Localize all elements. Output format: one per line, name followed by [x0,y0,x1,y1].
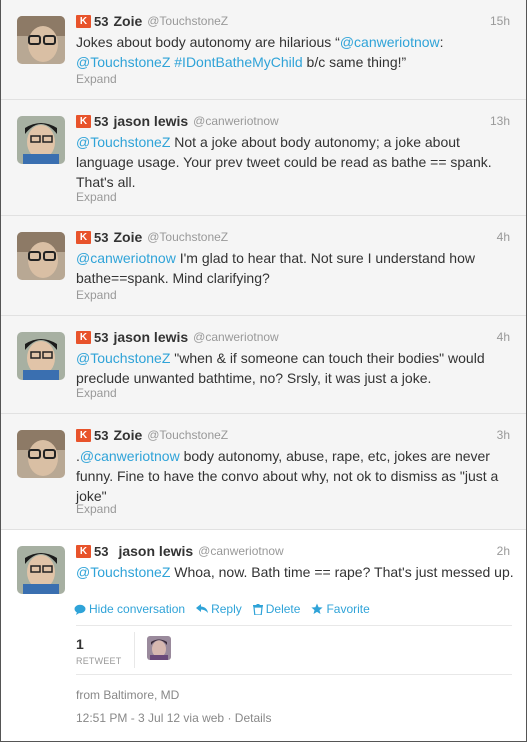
user-name[interactable]: Zoie [113,229,142,245]
klout-icon: K [76,544,91,558]
user-handle[interactable]: @canweriotnow [193,330,279,344]
tweet-time[interactable]: 2h [497,544,510,558]
tweet-text: .@canweriotnow body autonomy, abuse, rap… [76,448,499,504]
retweet-stats: 1 RETWEET [76,625,512,675]
divider [134,632,135,668]
tweet-text: @TouchstoneZ "when & if someone can touc… [76,350,485,386]
user-handle[interactable]: @canweriotnow [193,114,279,128]
tweet-header: K 53 jason lewis @canweriotnow [76,328,279,346]
tweet-text: @TouchstoneZ Whoa, now. Bath time == rap… [76,564,514,580]
reply-icon [196,604,209,613]
user-handle[interactable]: @TouchstoneZ [147,428,228,442]
tweet-timestamp[interactable]: 12:51 PM - 3 Jul 12 [76,711,180,725]
tweet-actions: Hide conversation Reply Delete Favorite [74,602,370,616]
tweet-item[interactable]: K 53 jason lewis @canweriotnow 4h @Touch… [1,316,526,414]
klout-icon: K [76,330,91,344]
klout-score: 53 [94,13,109,29]
klout-score: 53 [94,229,109,245]
tweet-item[interactable]: K 53 Zoie @TouchstoneZ 15h Jokes about b… [1,0,526,100]
expand-link[interactable]: Expand [76,72,117,86]
klout-icon: K [76,14,91,28]
tweet-header: K 53 Zoie @TouchstoneZ [76,228,228,246]
user-handle[interactable]: @TouchstoneZ [147,14,228,28]
tweet-header: K 53 jason lewis @canweriotnow [76,542,284,560]
reply-button[interactable]: Reply [196,602,242,616]
user-name[interactable]: jason lewis [113,113,188,129]
avatar-jason[interactable] [17,332,65,380]
favorite-button[interactable]: Favorite [311,602,370,616]
expand-link[interactable]: Expand [76,502,117,516]
expand-link[interactable]: Expand [76,288,117,302]
mention-link[interactable]: @canweriotnow [76,250,176,266]
tweet-timestamp-row: 12:51 PM - 3 Jul 12 via web · Details [76,711,271,725]
tweet-item[interactable]: K 53 Zoie @TouchstoneZ 4h @canweriotnow … [1,216,526,316]
mention-link[interactable]: @TouchstoneZ [76,54,170,70]
delete-button[interactable]: Delete [252,602,300,616]
avatar-zoie[interactable] [17,232,65,280]
tweet-text: @TouchstoneZ Not a joke about body auton… [76,134,492,190]
tweet-item[interactable]: K 53 jason lewis @canweriotnow 13h @Touc… [1,100,526,216]
klout-icon: K [76,230,91,244]
avatar-jason[interactable] [17,546,65,594]
klout-icon: K [76,428,91,442]
conversation-timeline: K 53 Zoie @TouchstoneZ 15h Jokes about b… [0,0,527,742]
mention-link[interactable]: @TouchstoneZ [76,134,170,150]
klout-score: 53 [94,113,109,129]
user-name[interactable]: Zoie [113,13,142,29]
klout-score: 53 [94,427,109,443]
tweet-time[interactable]: 4h [497,230,510,244]
avatar-zoie[interactable] [17,430,65,478]
tweet-time[interactable]: 15h [490,14,510,28]
tweet-time[interactable]: 4h [497,330,510,344]
mention-link[interactable]: @TouchstoneZ [76,350,170,366]
expand-link[interactable]: Expand [76,386,117,400]
hashtag-link[interactable]: #IDontBatheMyChild [174,54,302,70]
retweet-count[interactable]: 1 [76,636,84,652]
klout-score: 53 [94,329,109,345]
conversation-icon [74,604,86,615]
tweet-item[interactable]: K 53 Zoie @TouchstoneZ 3h .@canweriotnow… [1,414,526,530]
tweet-header: K 53 Zoie @TouchstoneZ [76,426,228,444]
avatar-zoie[interactable] [17,16,65,64]
hide-conversation-button[interactable]: Hide conversation [74,602,185,616]
focused-tweet[interactable]: K 53 jason lewis @canweriotnow 2h @Touch… [1,530,526,741]
tweet-text: Jokes about body autonomy are hilarious … [76,34,444,70]
details-link[interactable]: Details [235,711,272,725]
mention-link[interactable]: @canweriotnow [340,34,440,50]
tweet-source[interactable]: via web [183,711,224,725]
user-name[interactable]: jason lewis [113,329,188,345]
klout-icon: K [76,114,91,128]
retweeter-avatar[interactable] [147,636,171,660]
tweet-time[interactable]: 13h [490,114,510,128]
retweet-label[interactable]: RETWEET [76,656,121,666]
tweet-location[interactable]: from Baltimore, MD [76,688,179,702]
user-name[interactable]: jason lewis [118,543,193,559]
separator-dot: · [227,711,232,725]
avatar-jason[interactable] [17,116,65,164]
user-handle[interactable]: @TouchstoneZ [147,230,228,244]
tweet-text: @canweriotnow I'm glad to hear that. Not… [76,250,475,286]
delete-icon [252,603,263,615]
klout-score: 53 [94,543,109,559]
mention-link[interactable]: @canweriotnow [80,448,180,464]
mention-link[interactable]: @TouchstoneZ [76,564,170,580]
user-handle[interactable]: @canweriotnow [198,544,284,558]
tweet-header: K 53 jason lewis @canweriotnow [76,112,279,130]
favorite-icon [311,603,324,614]
tweet-header: K 53 Zoie @TouchstoneZ [76,12,228,30]
expand-link[interactable]: Expand [76,190,117,204]
user-name[interactable]: Zoie [113,427,142,443]
tweet-time[interactable]: 3h [497,428,510,442]
